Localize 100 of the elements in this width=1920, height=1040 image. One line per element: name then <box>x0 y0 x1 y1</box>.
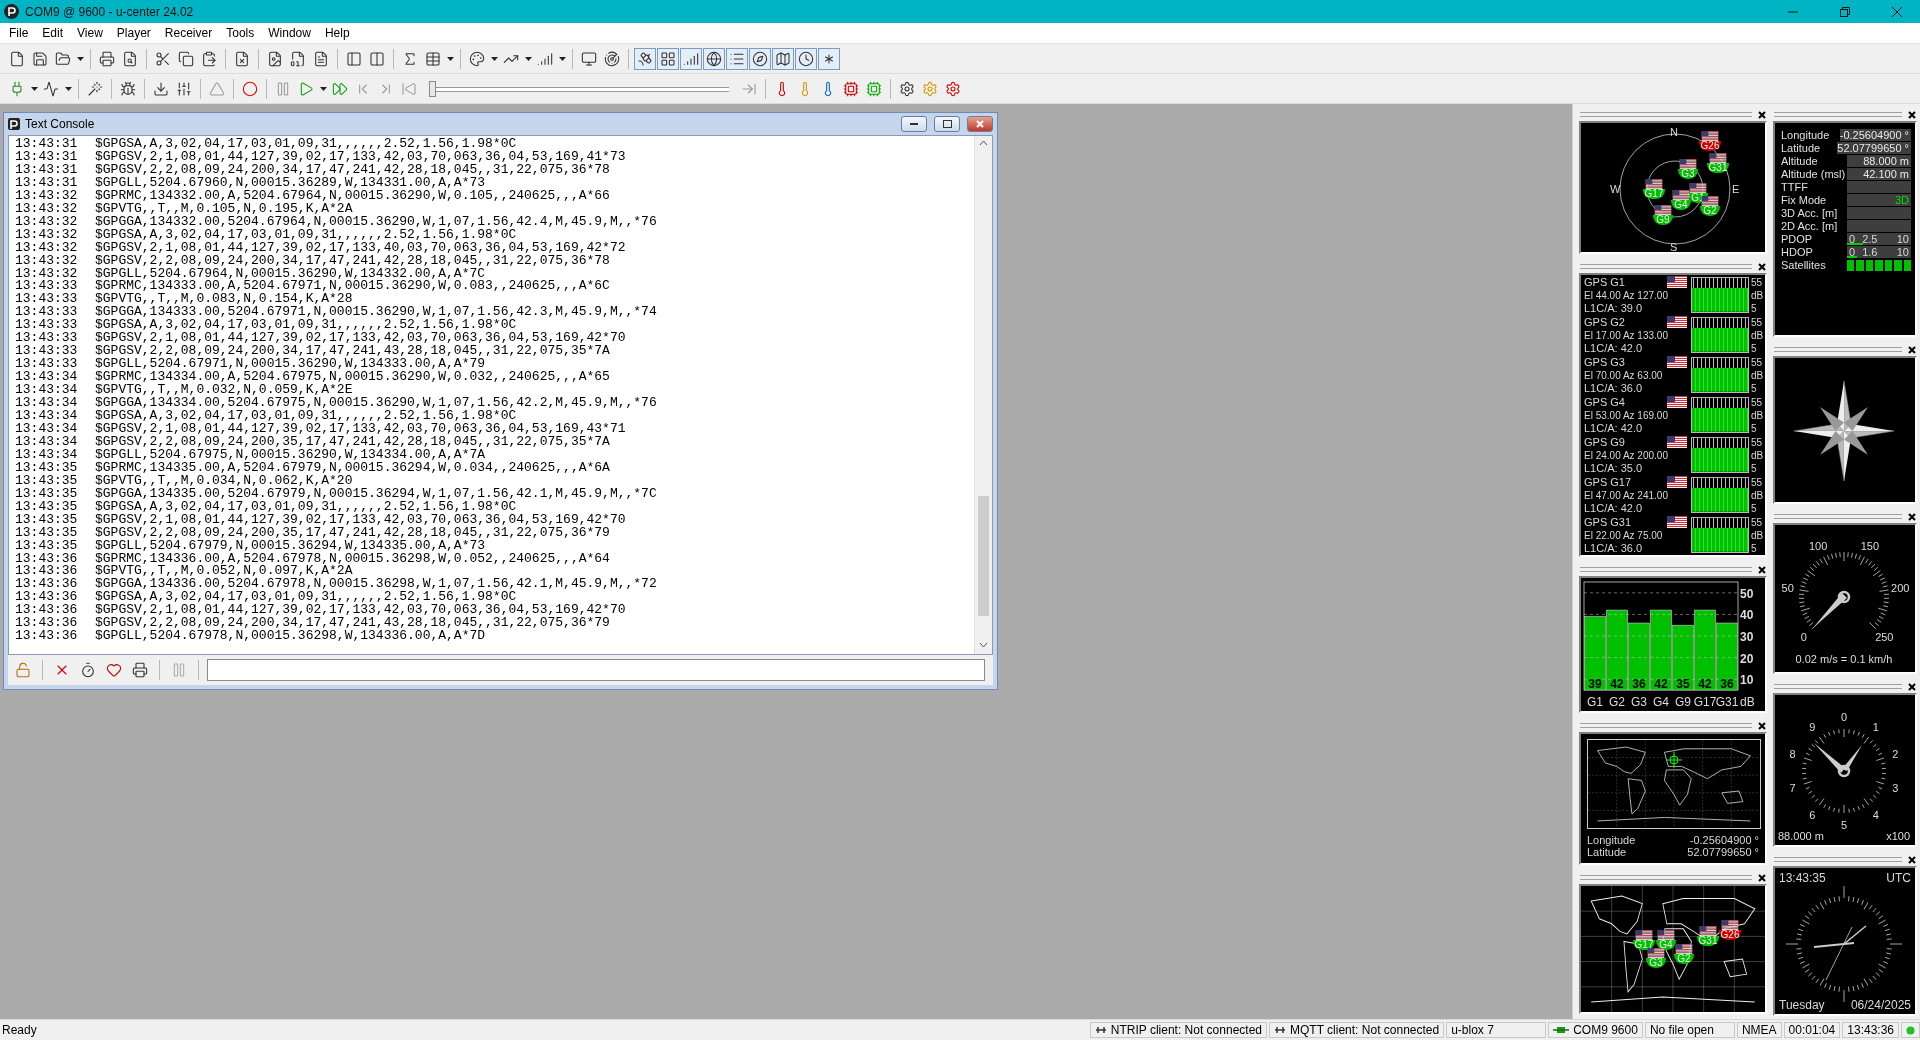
close-icon[interactable] <box>1908 345 1916 354</box>
menu-item[interactable]: Receiver <box>157 25 220 41</box>
nmea-sentence: $GPGLL,5204.67979,N,00015.36294,W,134335.00,A,A*73 <box>95 539 486 553</box>
signal-icon[interactable] <box>680 47 702 70</box>
needle-icon <box>1813 590 1851 628</box>
empty-value <box>1847 207 1911 219</box>
console-timestamp: 13:43:36 <box>15 552 79 566</box>
nmea-sentence: $GPGSV,2,2,08,09,24,200,35,17,47,241,42,28,18,045,,31,22,075,35*7A <box>95 435 610 449</box>
close-icon[interactable] <box>1758 721 1766 730</box>
nmea-sentence: $GPGSV,2,2,08,09,24,200,34,17,47,241,43,28,18,045,,31,22,075,35*7A <box>95 345 610 359</box>
value-label: 42 <box>1698 677 1712 691</box>
scroll-thumb[interactable] <box>978 496 989 616</box>
status-text: NMEA <box>1741 1023 1777 1037</box>
layout-grid-icon[interactable] <box>657 47 679 70</box>
scale-label: 0 <box>1800 631 1807 644</box>
dop-value: 2.5 <box>1862 232 1879 246</box>
close-icon[interactable] <box>1758 565 1766 574</box>
nmea-sentence: $GPGSV,2,1,08,01,44,127,39,02,17,133,42,03,70,063,36,04,53,169,42*70 <box>95 604 626 618</box>
nmea-sentence: $GPGSV,2,2,08,09,24,200,34,17,47,241,43,28,18,045,,31,22,075,36*79 <box>95 617 610 631</box>
nmea-sentence: $GPVTG,,T,,M,0.083,N,0.154,K,A*28 <box>95 293 353 307</box>
altitude-reading: 88.000 m <box>1778 830 1824 842</box>
signal-strength: L1C/A: 39.0 <box>1584 301 1644 314</box>
nmea-sentence: $GPGSA,A,3,02,04,17,03,01,09,31,,,,,,2.52,1.56,1.98*0C <box>95 500 517 514</box>
window-title: COM9 @ 9600 - u-center 24.02 <box>25 4 195 19</box>
nmea-sentence: $GPVTG,,T,,M,0.032,N,0.059,K,A*2E <box>95 384 353 398</box>
close-icon[interactable] <box>1758 110 1766 119</box>
nmea-sentence: $GPGSV,2,1,08,01,44,127,39,02,17,133,42,03,70,063,36,04,53,169,41*73 <box>95 150 626 164</box>
close-icon[interactable] <box>1908 855 1916 864</box>
console-timestamp: 13:43:35 <box>15 526 79 540</box>
menu-item[interactable]: Tools <box>219 25 262 41</box>
console-timestamp: 13:43:36 <box>15 591 79 605</box>
scale-unit: dB <box>1751 449 1765 461</box>
satellite-label: G17 <box>1642 189 1666 199</box>
flag-icon <box>1656 930 1676 940</box>
flag-icon <box>1634 930 1654 940</box>
satellite-label: G2 <box>1700 206 1720 216</box>
coordinate-label: Latitude <box>1587 846 1627 859</box>
close-icon[interactable] <box>1908 110 1916 119</box>
nmea-sentence: $GPGSA,A,3,02,04,17,03,01,09,31,,,,,,2.52,1.56,1.98*0C <box>95 319 517 333</box>
menu-item[interactable]: Help <box>317 25 357 41</box>
vertical-scrollbar[interactable] <box>974 136 992 654</box>
status-text: COM9 9600 <box>1573 1023 1638 1037</box>
satellite-label: G9 <box>1653 215 1673 225</box>
flag-icon <box>1688 183 1708 193</box>
list-icon[interactable] <box>726 47 748 70</box>
value-label: 42 <box>1610 677 1624 691</box>
satellite-name: GPS G31 <box>1584 516 1632 529</box>
signal-history-drawing <box>1691 357 1749 393</box>
axis-category-label: G3 <box>1631 695 1647 709</box>
signal-history-drawing <box>1691 437 1749 473</box>
menu-item[interactable]: File <box>2 25 36 41</box>
direction-label: N <box>1670 126 1678 138</box>
axis-category-label: G4 <box>1653 695 1669 709</box>
nmea-sentence: $GPGLL,5204.67964,N,00015.36290,W,134332.00,A,A*7C <box>95 267 486 281</box>
nmea-sentence: $GPGSA,A,3,02,04,17,03,01,09,31,,,,,,2.52,1.56,1.98*0C <box>95 410 517 423</box>
slider-thumb[interactable] <box>429 80 436 97</box>
console-timestamp: 13:43:35 <box>15 513 79 527</box>
time-zone-label: UTC <box>1886 871 1911 885</box>
scale-label: 150 <box>1860 540 1880 553</box>
signal-strength: L1C/A: 42.0 <box>1584 421 1644 434</box>
scale-label: 9 <box>1809 721 1816 734</box>
minimize-icon[interactable] <box>901 116 927 132</box>
console-timestamp: 13:43:34 <box>15 397 79 410</box>
nmea-sentence: $GPGLL,5204.67971,N,00015.36290,W,134333.00,A,A*79 <box>95 358 486 372</box>
satellite-name: GPS G1 <box>1584 276 1625 289</box>
weekday-label: Tuesday <box>1779 997 1825 1012</box>
elevation-azimuth: El 17.00 Az 133.00 <box>1584 329 1669 341</box>
elevation-azimuth: El 22.00 Az 75.00 <box>1584 529 1664 541</box>
scale-min: 5 <box>1751 502 1758 514</box>
menu-item[interactable]: Window <box>261 25 318 41</box>
compass-icon[interactable] <box>749 47 771 70</box>
scale-min: 5 <box>1751 342 1758 354</box>
command-input[interactable] <box>207 659 985 681</box>
close-icon[interactable] <box>1908 682 1916 691</box>
close-icon[interactable] <box>1908 512 1916 521</box>
scale-label: 100 <box>1808 540 1828 553</box>
satellite-icon[interactable] <box>634 47 656 70</box>
map-icon[interactable] <box>772 47 794 70</box>
asterisk-icon[interactable] <box>818 47 840 70</box>
scale-max: 55 <box>1751 316 1764 328</box>
console-timestamp: 13:43:33 <box>15 345 79 359</box>
signal-strength: L1C/A: 42.0 <box>1584 341 1644 354</box>
menu-item[interactable]: View <box>70 25 110 41</box>
globe-icon[interactable] <box>703 47 725 70</box>
menu-item[interactable]: Player <box>109 25 158 41</box>
field-label: Altitude <box>1781 155 1819 167</box>
menu-item[interactable]: Edit <box>35 25 71 41</box>
maximize-icon[interactable] <box>934 116 960 132</box>
clock-icon[interactable] <box>795 47 817 70</box>
console-timestamp: 13:43:35 <box>15 539 79 553</box>
console-timestamp: 13:43:31 <box>15 176 79 190</box>
console-timestamp: 13:43:34 <box>15 410 79 423</box>
signal-history-drawing <box>1691 397 1749 433</box>
elevation-azimuth: El 24.00 Az 200.00 <box>1584 449 1669 461</box>
close-icon[interactable] <box>1758 873 1766 882</box>
flag-icon <box>1644 179 1664 189</box>
scale-label: 4 <box>1872 808 1879 821</box>
empty-value <box>1847 181 1911 193</box>
scale-label: 3 <box>1892 781 1899 794</box>
close-icon[interactable] <box>1758 262 1766 271</box>
